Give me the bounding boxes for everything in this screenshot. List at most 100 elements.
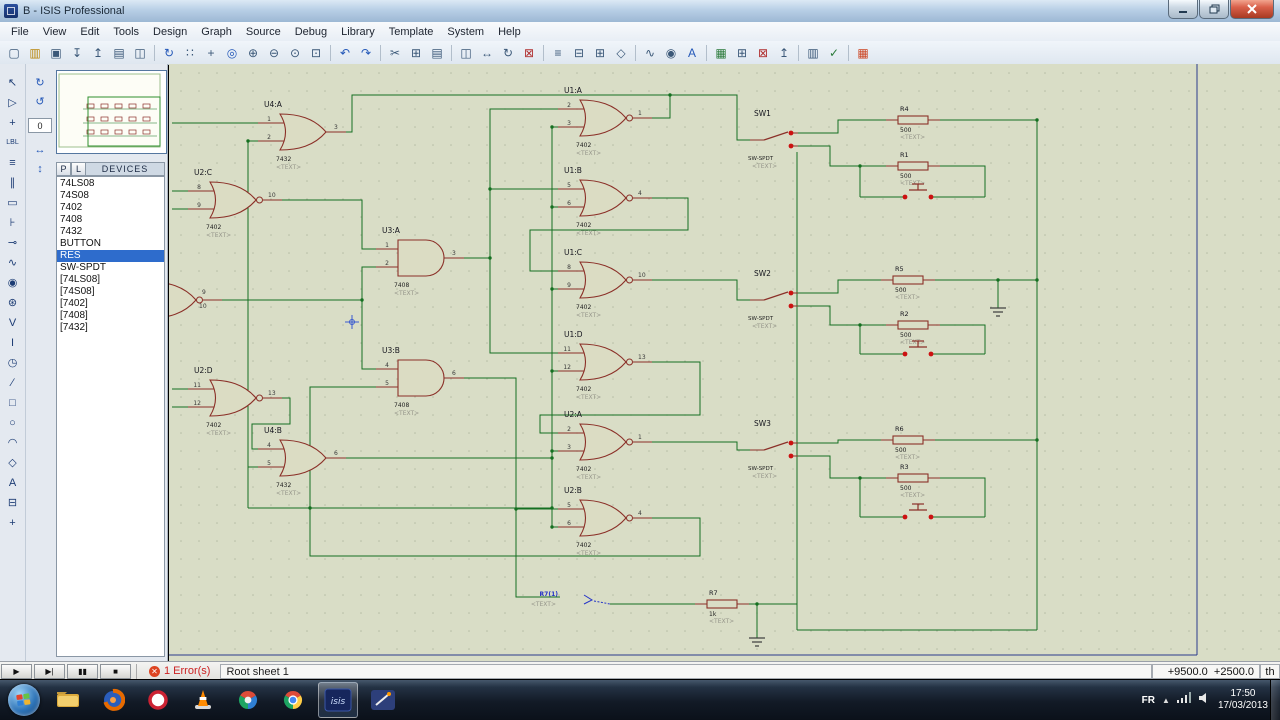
property-assignment-icon[interactable]: A [682,43,702,62]
redraw-icon[interactable]: ↻ [159,43,179,62]
device-item[interactable]: 74LS08 [57,178,164,190]
2d-box-icon[interactable]: □ [3,396,23,409]
menu-system[interactable]: System [440,24,491,40]
menu-view[interactable]: View [36,24,74,40]
menu-debug[interactable]: Debug [288,24,334,40]
menu-design[interactable]: Design [146,24,194,40]
decompose-icon[interactable]: ◇ [611,43,631,62]
copy-icon[interactable]: ⊞ [406,43,426,62]
2d-symbols-icon[interactable]: ⊟ [3,496,23,509]
virtual-instruments-mode-icon[interactable]: ◷ [3,356,23,369]
device-item[interactable]: [74S08] [57,286,164,298]
close-button[interactable] [1230,0,1274,19]
generator-mode-icon[interactable]: ⊛ [3,296,23,309]
taskbar-opera[interactable] [138,682,178,718]
redo-icon[interactable]: ↷ [356,43,376,62]
2d-markers-icon[interactable]: + [3,516,23,529]
device-item[interactable]: BUTTON [57,238,164,250]
minimize-button[interactable] [1168,0,1198,19]
block-copy-icon[interactable]: ◫ [456,43,476,62]
taskbar-vlc[interactable] [183,682,223,718]
mirror-horizontal-button[interactable]: ↔ [30,143,50,156]
zoom-all-icon[interactable]: ⊙ [285,43,305,62]
import-section-icon[interactable]: ↧ [67,43,87,62]
language-indicator[interactable]: FR [1142,695,1155,706]
pick-button[interactable]: P [56,162,71,176]
start-button[interactable] [8,684,40,716]
hidden-icons-arrow[interactable]: ▲ [1162,696,1170,705]
terminals-mode-icon[interactable]: ⊦ [3,216,23,229]
mark-output-area-icon[interactable]: ◫ [130,43,150,62]
pick-parts-icon[interactable]: ≡ [548,43,568,62]
menu-source[interactable]: Source [239,24,288,40]
stop-button[interactable]: ■ [100,663,131,679]
device-item[interactable]: RES [57,250,164,262]
menu-graph[interactable]: Graph [194,24,239,40]
netlist-to-ares-icon[interactable]: ▦ [853,43,873,62]
mirror-vertical-button[interactable]: ↕ [30,162,50,175]
2d-circle-icon[interactable]: ○ [3,416,23,429]
search-and-tag-icon[interactable]: ◉ [661,43,681,62]
menu-file[interactable]: File [4,24,36,40]
rotate-clockwise-button[interactable]: ↻ [30,76,50,89]
zoom-in-icon[interactable]: ⊕ [243,43,263,62]
2d-path-icon[interactable]: ◇ [3,456,23,469]
taskbar-ares[interactable] [363,682,403,718]
paste-icon[interactable]: ▤ [427,43,447,62]
cut-icon[interactable]: ✂ [385,43,405,62]
text-script-mode-icon[interactable]: ≡ [3,156,23,169]
open-folder-icon[interactable]: ▥ [25,43,45,62]
export-section-icon[interactable]: ↥ [88,43,108,62]
save-icon[interactable]: ▣ [46,43,66,62]
error-icon[interactable]: ✕ [149,665,160,677]
device-item[interactable]: [74LS08] [57,274,164,286]
2d-text-icon[interactable]: A [3,476,23,489]
taskbar-chrome[interactable] [273,682,313,718]
block-rotate-icon[interactable]: ↻ [498,43,518,62]
pause-button[interactable]: ▮▮ [67,663,98,679]
wire-autorouter-icon[interactable]: ∿ [640,43,660,62]
undo-icon[interactable]: ↶ [335,43,355,62]
rotate-anticlockwise-button[interactable]: ↺ [30,95,50,108]
device-item[interactable]: 7432 [57,226,164,238]
graph-mode-icon[interactable]: ∿ [3,256,23,269]
library-button[interactable]: L [71,162,86,176]
block-delete-icon[interactable]: ⊠ [519,43,539,62]
remove-sheet-icon[interactable]: ⊠ [753,43,773,62]
menu-library[interactable]: Library [334,24,382,40]
taskbar-firefox[interactable] [93,682,133,718]
network-icon[interactable] [1176,691,1191,709]
electrical-rules-check-icon[interactable]: ✓ [824,43,844,62]
print-icon[interactable]: ▤ [109,43,129,62]
junction-dot-mode-icon[interactable]: + [3,116,23,129]
device-pins-mode-icon[interactable]: ⊸ [3,236,23,249]
tape-recorder-mode-icon[interactable]: ◉ [3,276,23,289]
play-button[interactable]: ▶ [1,663,32,679]
make-device-icon[interactable]: ⊟ [569,43,589,62]
taskbar-windows-explorer[interactable] [48,682,88,718]
new-file-icon[interactable]: ▢ [4,43,24,62]
false-origin-icon[interactable]: + [201,43,221,62]
device-item[interactable]: 7408 [57,214,164,226]
menu-template[interactable]: Template [382,24,441,40]
design-explorer-icon[interactable]: ▦ [711,43,731,62]
error-count[interactable]: 1 Error(s) [164,665,210,677]
zoom-area-icon[interactable]: ⊡ [306,43,326,62]
new-root-sheet-icon[interactable]: ⊞ [732,43,752,62]
zoom-out-icon[interactable]: ⊖ [264,43,284,62]
device-item[interactable]: 7402 [57,202,164,214]
center-at-cursor-icon[interactable]: ◎ [222,43,242,62]
bill-of-materials-icon[interactable]: ▥ [803,43,823,62]
bus-mode-icon[interactable]: ∥ [3,176,23,189]
show-desktop-button[interactable] [1270,680,1280,720]
clock[interactable]: 17:50 17/03/2013 [1218,688,1268,712]
taskbar-media-player[interactable] [228,682,268,718]
overview-panel[interactable] [56,70,167,154]
current-probe-mode-icon[interactable]: I [3,336,23,349]
device-item[interactable]: [7432] [57,322,164,334]
menu-edit[interactable]: Edit [73,24,106,40]
step-button[interactable]: ▶| [34,663,65,679]
device-item[interactable]: [7408] [57,310,164,322]
volume-icon[interactable] [1198,691,1211,709]
toggle-grid-icon[interactable]: ∷ [180,43,200,62]
